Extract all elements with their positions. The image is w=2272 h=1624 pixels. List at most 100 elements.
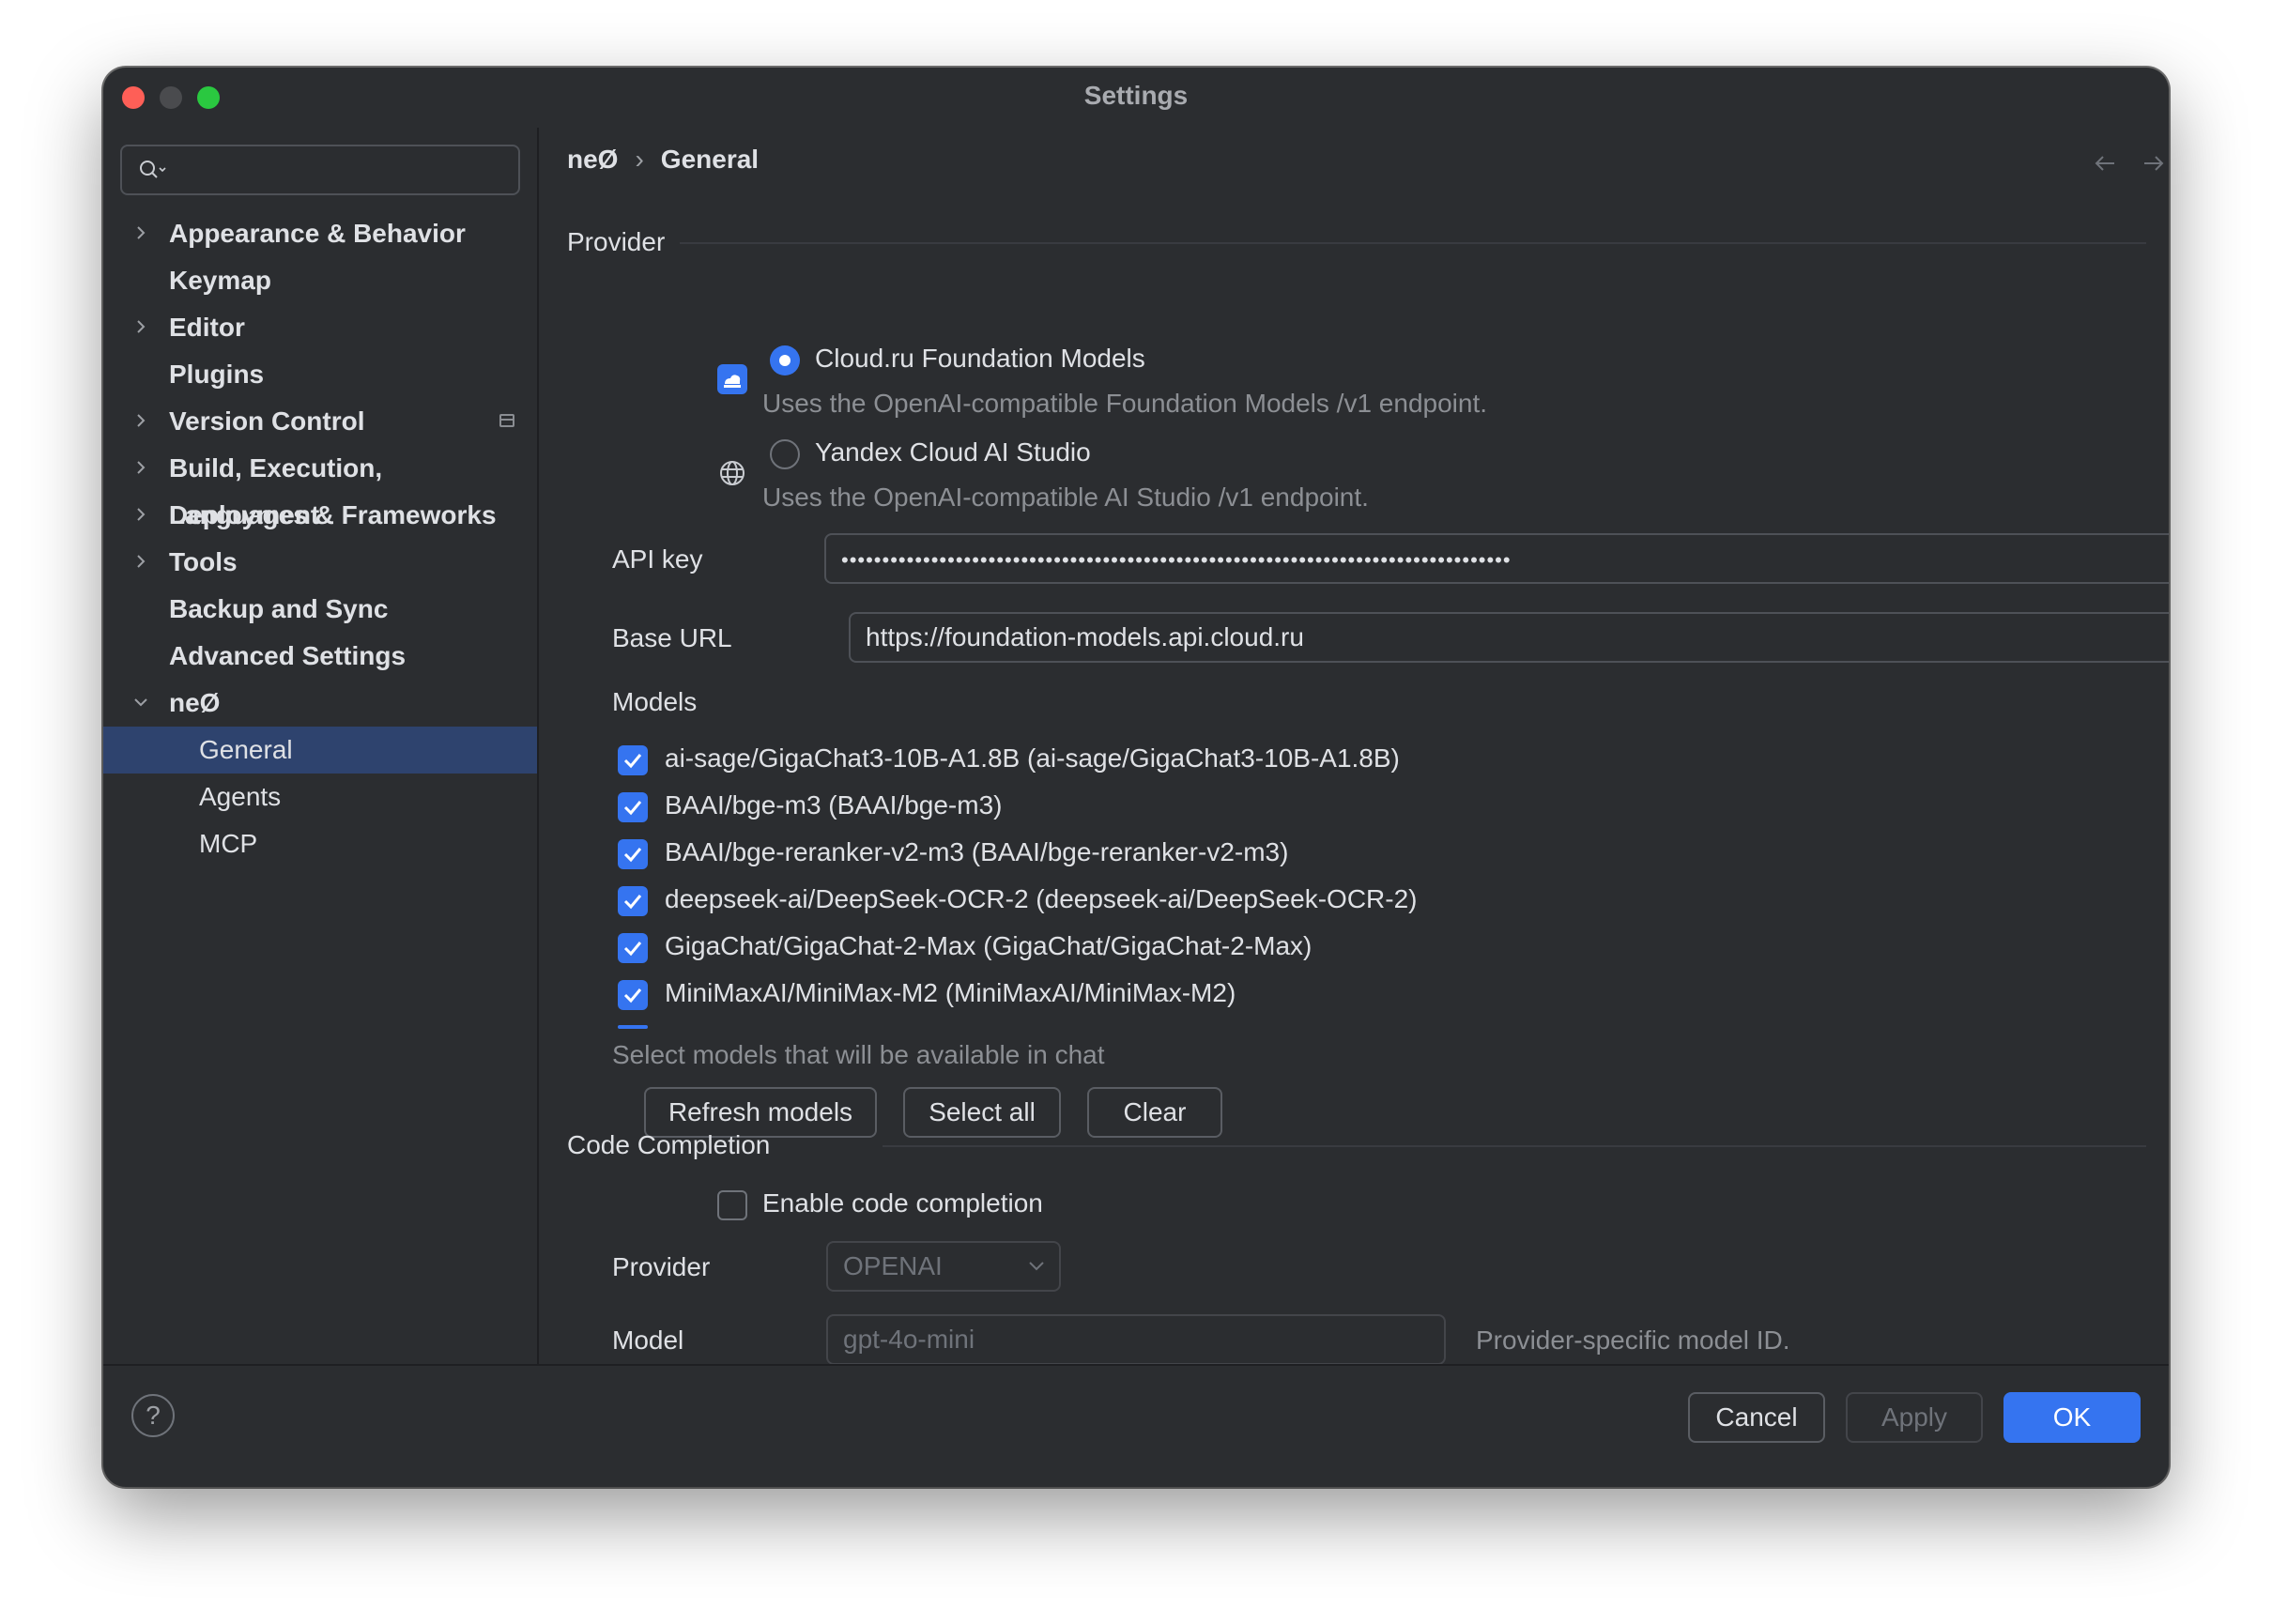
completion-provider-label: Provider — [612, 1252, 711, 1281]
completion-provider-value: OPENAI — [843, 1251, 943, 1280]
model-label[interactable]: BAAI/bge-reranker-v2-m3 (BAAI/bge-rerank… — [665, 837, 1288, 867]
title-bar: Settings — [103, 68, 2169, 128]
settings-window: Settings Appearance & Behavior Keymap Ed… — [103, 68, 2169, 1487]
help-button[interactable]: ? — [131, 1394, 175, 1437]
breadcrumb: neØ › General — [567, 145, 759, 175]
sidebar-item-version-control[interactable]: Version Control — [103, 398, 537, 445]
completion-model-placeholder: gpt-4o-mini — [843, 1325, 975, 1354]
project-settings-icon — [499, 414, 514, 427]
sidebar-item-label: Appearance & Behavior — [169, 219, 466, 248]
chevron-right-icon — [137, 508, 146, 521]
sidebar-item-label: neØ — [169, 688, 221, 717]
window-title: Settings — [1083, 81, 1189, 110]
provider-yandex-label[interactable]: Yandex Cloud AI Studio — [815, 437, 1091, 467]
sidebar-item-label: Languages & Frameworks — [169, 500, 497, 529]
clear-button[interactable]: Clear — [1087, 1087, 1222, 1138]
sidebar-item-editor[interactable]: Editor — [103, 304, 537, 351]
enable-code-completion-checkbox[interactable] — [717, 1190, 747, 1220]
sidebar-item-tools[interactable]: Tools — [103, 539, 537, 586]
sidebar-item-appearance[interactable]: Appearance & Behavior — [103, 210, 537, 257]
provider-section-title: Provider — [567, 227, 666, 256]
search-icon — [140, 161, 166, 178]
sidebar-item-backup[interactable]: Backup and Sync — [103, 586, 537, 633]
sidebar-item-label: Editor — [169, 313, 245, 342]
sidebar-item-label: Plugins — [169, 360, 265, 389]
model-label[interactable]: deepseek-ai/DeepSeek-OCR-2 (deepseek-ai/… — [665, 884, 1418, 914]
sidebar-item-label: MCP — [199, 829, 258, 858]
settings-content: neØ › General Provider Cloud.ru Foundation… — [539, 128, 2169, 1364]
sidebar-item-advanced[interactable]: Advanced Settings — [103, 633, 537, 680]
select-all-button[interactable]: Select all — [903, 1087, 1061, 1138]
model-checkbox[interactable] — [618, 745, 648, 775]
section-divider — [680, 242, 2146, 244]
settings-sidebar: Appearance & Behavior Keymap Editor Plug… — [103, 128, 539, 1364]
enable-code-completion-label[interactable]: Enable code completion — [762, 1188, 1043, 1218]
sidebar-item-mcp[interactable]: MCP — [103, 820, 537, 867]
base-url-field[interactable]: https://foundation-models.api.cloud.ru — [849, 612, 2169, 663]
apply-button[interactable]: Apply — [1846, 1392, 1983, 1443]
back-arrow-icon[interactable] — [2092, 150, 2118, 176]
api-key-field[interactable]: ••••••••••••••••••••••••••••••••••••••••… — [824, 533, 2169, 584]
forward-arrow-icon[interactable] — [2141, 150, 2167, 176]
ok-button[interactable]: OK — [2003, 1392, 2141, 1443]
code-completion-section-title: Code Completion — [567, 1130, 771, 1159]
chevron-down-icon — [134, 698, 147, 707]
sidebar-item-build[interactable]: Build, Execution, Deployment — [103, 445, 537, 529]
completion-model-label: Model — [612, 1325, 684, 1355]
section-divider — [883, 1145, 2146, 1147]
check-icon — [623, 988, 642, 1004]
cancel-button[interactable]: Cancel — [1688, 1392, 1825, 1443]
breadcrumb-current: General — [660, 145, 760, 174]
model-checkbox[interactable] — [618, 792, 648, 822]
sidebar-item-languages[interactable]: Languages & Frameworks — [103, 492, 537, 539]
completion-model-field[interactable]: gpt-4o-mini — [826, 1314, 1446, 1364]
provider-yandex-description: Uses the OpenAI-compatible AI Studio /v1… — [762, 483, 1369, 512]
sidebar-item-label: General — [199, 735, 293, 764]
api-key-label: API key — [612, 544, 703, 574]
chevron-right-icon — [137, 414, 146, 427]
completion-model-hint: Provider-specific model ID. — [1476, 1325, 1790, 1355]
provider-yandex-radio[interactable] — [770, 439, 800, 469]
models-label: Models — [612, 687, 698, 716]
sidebar-item-neo[interactable]: neØ — [103, 680, 537, 727]
provider-cloudru-description: Uses the OpenAI-compatible Foundation Mo… — [762, 389, 1488, 418]
check-icon — [623, 754, 642, 769]
sidebar-item-label: Keymap — [169, 266, 271, 295]
sidebar-item-keymap[interactable]: Keymap — [103, 257, 537, 304]
breadcrumb-parent[interactable]: neØ — [567, 145, 618, 174]
model-label[interactable]: ai-sage/GigaChat3-10B-A1.8B (ai-sage/Gig… — [665, 743, 1400, 774]
model-checkbox[interactable] — [618, 933, 648, 963]
sidebar-item-label: Tools — [169, 547, 238, 576]
model-checkbox-partial — [618, 1025, 648, 1029]
model-checkbox[interactable] — [618, 839, 648, 869]
provider-cloudru-radio[interactable] — [770, 345, 800, 375]
chevron-down-icon — [1029, 1262, 1044, 1271]
dialog-footer: ? Cancel Apply OK — [103, 1364, 2169, 1487]
chevron-right-icon — [137, 461, 146, 474]
model-label[interactable]: GigaChat/GigaChat-2-Max (GigaChat/GigaCh… — [665, 931, 1312, 961]
check-icon — [623, 895, 642, 910]
sidebar-item-general[interactable]: General — [103, 727, 537, 774]
model-checkbox[interactable] — [618, 980, 648, 1010]
model-label[interactable]: BAAI/bge-m3 (BAAI/bge-m3) — [665, 790, 1002, 820]
api-key-value: ••••••••••••••••••••••••••••••••••••••••… — [841, 548, 1512, 572]
cloud-icon — [717, 364, 747, 394]
sidebar-item-plugins[interactable]: Plugins — [103, 351, 537, 398]
chevron-right-icon — [137, 555, 146, 568]
provider-cloudru-label[interactable]: Cloud.ru Foundation Models — [815, 344, 1145, 374]
base-url-value: https://foundation-models.api.cloud.ru — [866, 622, 1304, 651]
sidebar-item-agents[interactable]: Agents — [103, 774, 537, 820]
sidebar-item-label: Advanced Settings — [169, 641, 407, 670]
search-input[interactable] — [120, 145, 520, 195]
check-icon — [623, 942, 642, 957]
model-checkbox[interactable] — [618, 886, 648, 916]
base-url-label: Base URL — [612, 623, 732, 652]
check-icon — [623, 848, 642, 863]
model-label[interactable]: MiniMaxAI/MiniMax-M2 (MiniMaxAI/MiniMax-… — [665, 978, 1236, 1008]
sidebar-item-label: Agents — [199, 782, 282, 811]
sidebar-item-label: Version Control — [169, 406, 365, 436]
chevron-right-icon — [137, 320, 146, 333]
check-icon — [623, 801, 642, 816]
completion-provider-select[interactable]: OPENAI — [826, 1241, 1061, 1292]
breadcrumb-separator: › — [635, 145, 644, 174]
